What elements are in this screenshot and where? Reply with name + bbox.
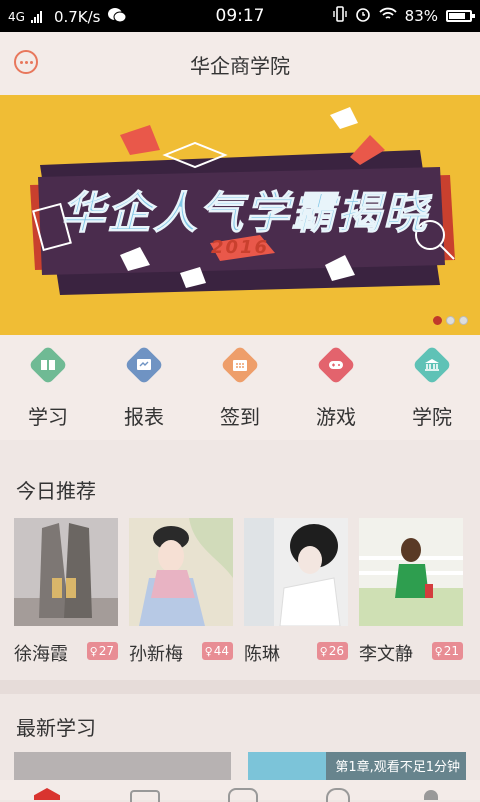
bottom-tab-bar	[0, 780, 480, 802]
like-count: 44	[213, 644, 229, 658]
card-image	[359, 518, 463, 626]
like-count: 21	[443, 644, 459, 658]
pager-dot[interactable]	[433, 316, 442, 325]
nav-label: 报表	[124, 405, 164, 429]
gamepad-icon	[316, 345, 356, 385]
nav-label: 学院	[412, 405, 452, 429]
nav-item-study[interactable]: 学习	[0, 335, 96, 440]
battery-icon	[446, 10, 475, 22]
like-icon: ♀	[204, 644, 213, 658]
vibrate-icon	[332, 6, 347, 26]
recommend-card[interactable]: 孙新梅 ♀ 44	[129, 518, 233, 668]
like-icon: ♀	[89, 644, 98, 658]
like-icon: ♀	[319, 644, 328, 658]
alarm-icon	[355, 6, 371, 26]
nav-item-academy[interactable]: 学院	[384, 335, 480, 440]
like-badge: ♀ 27	[86, 642, 118, 660]
recommend-card[interactable]: 李文静 ♀ 21	[359, 518, 463, 668]
section-divider	[0, 680, 480, 694]
section-title-latest: 最新学习	[16, 716, 96, 740]
home-icon[interactable]	[34, 788, 60, 800]
report-icon	[124, 345, 164, 385]
card-image	[129, 518, 233, 626]
status-bar: 4G 0.7K/s 09:17 83%	[0, 0, 480, 32]
nav-label: 学习	[28, 405, 68, 429]
like-count: 26	[328, 644, 344, 658]
pager-dot[interactable]	[459, 316, 468, 325]
card-image	[244, 518, 348, 626]
card-name: 徐海霞	[14, 644, 68, 665]
battery-level: 83%	[404, 7, 438, 25]
card-name: 陈琳	[244, 644, 280, 665]
calendar-icon	[220, 345, 260, 385]
nav-label: 签到	[220, 405, 260, 429]
nav-label: 游戏	[316, 405, 356, 429]
wifi-icon	[379, 7, 397, 25]
nav-item-checkin[interactable]: 签到	[192, 335, 288, 440]
book-icon	[28, 345, 68, 385]
recommend-card[interactable]: 徐海霞 ♀ 27	[14, 518, 118, 668]
banner-pager[interactable]	[433, 316, 468, 325]
pager-dot[interactable]	[446, 316, 455, 325]
latest-thumb[interactable]	[14, 752, 231, 780]
recommend-card[interactable]: 陈琳 ♀ 26	[244, 518, 348, 668]
section-title-recommend: 今日推荐	[16, 479, 96, 503]
nav-item-report[interactable]: 报表	[96, 335, 192, 440]
profile-icon[interactable]	[424, 790, 438, 800]
banner-headline: 华企人气学霸揭晓	[61, 188, 429, 240]
card-name: 孙新梅	[129, 644, 183, 665]
promo-banner[interactable]: 华企人气学霸揭晓 2016	[0, 95, 480, 335]
page-title: 华企商学院	[190, 54, 290, 78]
quick-nav: 学习 报表 签到 游戏 学院	[0, 335, 480, 440]
like-badge: ♀ 26	[316, 642, 348, 660]
like-icon: ♀	[434, 644, 443, 658]
like-badge: ♀ 21	[431, 642, 463, 660]
card-image	[14, 518, 118, 626]
like-count: 27	[98, 644, 114, 658]
app-header: 华企商学院	[0, 32, 480, 95]
institution-icon	[412, 345, 452, 385]
card-name: 李文静	[359, 644, 413, 665]
like-badge: ♀ 44	[201, 642, 233, 660]
latest-caption: 第1章,观看不足1分钟	[335, 760, 460, 775]
chat-icon[interactable]	[130, 790, 160, 802]
nav-item-games[interactable]: 游戏	[288, 335, 384, 440]
banner-year: 2016	[210, 237, 270, 258]
